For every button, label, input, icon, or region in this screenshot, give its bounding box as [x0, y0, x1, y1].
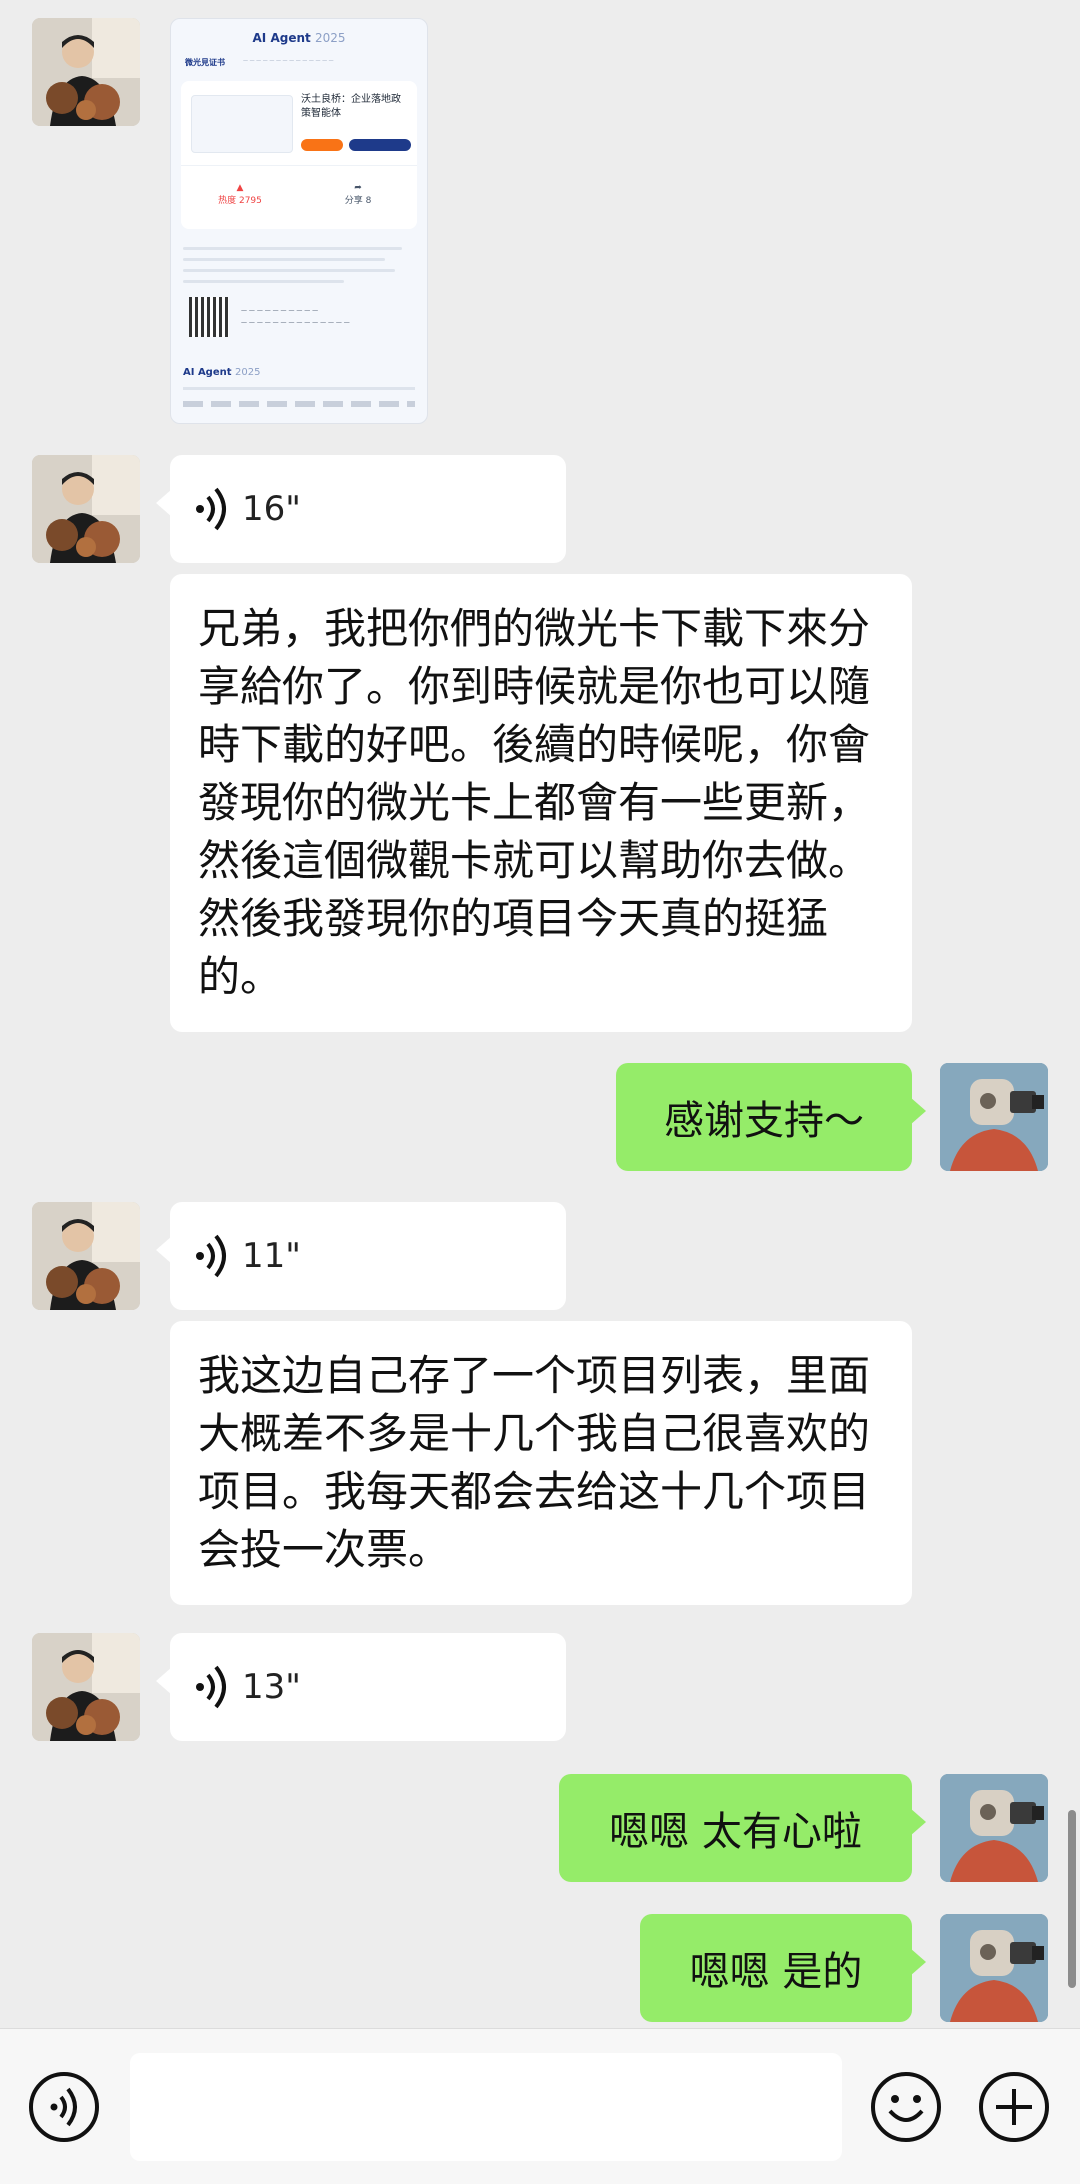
share-arrow-icon: ➦ — [354, 182, 362, 193]
card-description — [183, 247, 413, 291]
person-with-dog-icon — [32, 18, 140, 126]
contact-avatar[interactable] — [32, 1633, 140, 1741]
message-input[interactable] — [130, 2053, 842, 2161]
input-bar — [0, 2028, 1080, 2184]
person-with-dog-icon — [32, 1633, 140, 1741]
sponsor-logos — [183, 401, 415, 407]
voice-duration: 11" — [242, 1236, 301, 1276]
message-text: 嗯嗯 太有心啦 — [609, 1809, 862, 1855]
plus-icon[interactable] — [978, 2071, 1050, 2143]
shared-project-card[interactable]: AI Agent 2025 微光見证书 — — — — — — — — — — … — [170, 18, 428, 424]
message-text: 兄弟，我把你們的微光卡下載下來分享給你了。你到時候就是你也可以隨時下載的好吧。後… — [198, 604, 871, 1001]
person-with-dog-icon — [32, 455, 140, 563]
scrollbar[interactable] — [1068, 1810, 1076, 1988]
voice-message[interactable]: 11" — [156, 1202, 566, 1310]
sent-message[interactable]: 感谢支持～ — [616, 1063, 926, 1171]
camera-head-robot-icon — [940, 1914, 1048, 2022]
message-text: 我这边自己存了一个项目列表，里面大概差不多是十几个我自己很喜欢的项目。我每天都会… — [198, 1351, 871, 1574]
voice-message[interactable]: 13" — [156, 1633, 566, 1741]
card-cert-subtitle: — — — — — — — — — — — — — — — [243, 58, 334, 64]
heat-stat: ▲ 热度 2795 — [218, 182, 262, 206]
contact-avatar[interactable] — [32, 1202, 140, 1310]
voice-wave-icon — [196, 1234, 226, 1278]
chat-area[interactable]: AI Agent 2025 微光見证书 — — — — — — — — — — … — [0, 0, 1080, 2028]
voice-wave-icon — [196, 487, 226, 531]
person-with-dog-icon — [32, 1202, 140, 1310]
card-footer-line — [183, 387, 415, 390]
card-panel: 沃土良桥：企业落地政策智能体 ▲ 热度 2795 ➦ 分享 8 — [181, 81, 417, 229]
my-avatar[interactable] — [940, 1063, 1048, 1171]
sent-message[interactable]: 嗯嗯 是的 — [640, 1914, 926, 2022]
voice-duration: 16" — [242, 489, 301, 529]
message-text: 感谢支持～ — [664, 1098, 864, 1144]
camera-head-robot-icon — [940, 1063, 1048, 1171]
share-stat: ➦ 分享 8 — [344, 182, 372, 206]
project-title: 沃土良桥：企业落地政策智能体 — [301, 94, 401, 119]
voice-message[interactable]: 16" — [156, 455, 566, 563]
my-avatar[interactable] — [940, 1774, 1048, 1882]
contact-avatar[interactable] — [32, 18, 140, 126]
sent-message[interactable]: 嗯嗯 太有心啦 — [559, 1774, 926, 1882]
card-footer-brand: AI Agent 2025 — [183, 367, 261, 378]
text-message[interactable]: 我这边自己存了一个项目列表，里面大概差不多是十几个我自己很喜欢的项目。我每天都会… — [170, 1321, 912, 1605]
fire-icon: ▲ — [236, 182, 244, 193]
detail-pill — [349, 139, 411, 151]
voice-wave-icon — [196, 1665, 226, 1709]
camera-head-robot-icon — [940, 1774, 1048, 1882]
contact-avatar[interactable] — [32, 455, 140, 563]
project-thumbnail — [191, 95, 293, 153]
qr-caption: — — — — — — — — — — — — — — — — — — — — —… — [241, 307, 350, 326]
card-stats: ▲ 热度 2795 ➦ 分享 8 — [181, 165, 417, 222]
voice-duration: 13" — [242, 1667, 301, 1707]
card-cert-title: 微光見证书 — [185, 58, 225, 67]
my-avatar[interactable] — [940, 1914, 1048, 2022]
vote-pill — [301, 139, 343, 151]
voice-mode-icon[interactable] — [28, 2071, 100, 2143]
text-message[interactable]: 兄弟，我把你們的微光卡下載下來分享給你了。你到時候就是你也可以隨時下載的好吧。後… — [170, 574, 912, 1032]
qr-code — [189, 297, 229, 337]
emoji-icon[interactable] — [870, 2071, 942, 2143]
card-brand: AI Agent 2025 — [252, 31, 346, 45]
message-text: 嗯嗯 是的 — [689, 1949, 863, 1995]
